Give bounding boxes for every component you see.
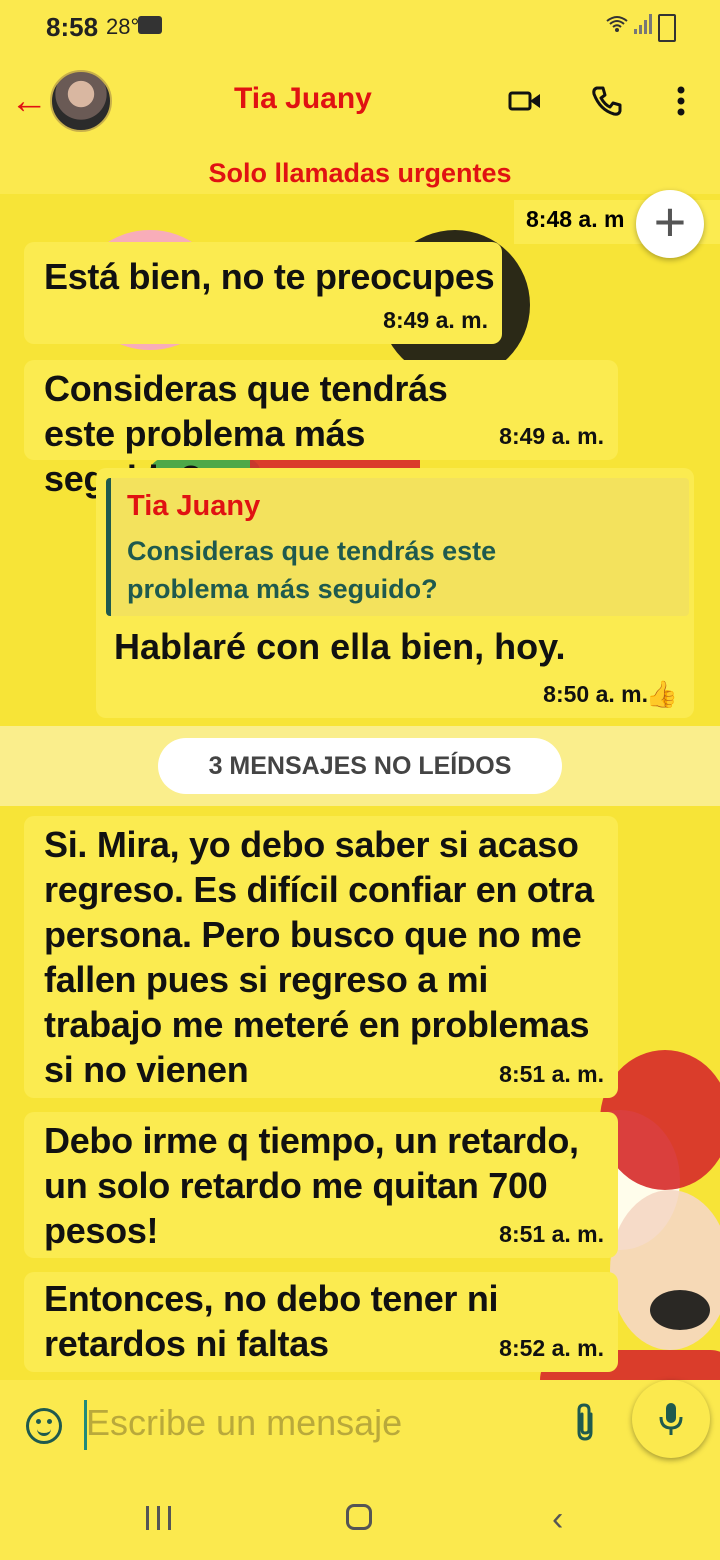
message-bubble[interactable]: Entonces, no debo tener ni retardos ni f… (24, 1272, 618, 1372)
emoji-icon[interactable] (26, 1408, 62, 1444)
system-nav-bar: ‹ (0, 1474, 720, 1560)
recents-icon[interactable] (146, 1506, 174, 1530)
message-time: 8:50 a. m. (543, 681, 648, 707)
voicemail-icon (138, 16, 162, 34)
wallpaper-bow-red (600, 1050, 720, 1190)
more-vert-icon[interactable] (656, 76, 706, 126)
message-bubble[interactable]: Debo irme q tiempo, un retardo, un solo … (24, 1112, 618, 1258)
status-time: 8:58 (46, 12, 99, 42)
message-input[interactable]: Escribe un mensaje (86, 1402, 402, 1444)
wifi-icon (606, 14, 628, 40)
contact-name[interactable]: Tia Juany (234, 82, 372, 116)
home-icon[interactable] (346, 1504, 372, 1530)
status-temperature: 28° (106, 14, 140, 39)
signal-icon (634, 14, 652, 34)
message-time: 8:49 a. m. (383, 307, 488, 333)
message-time: 8:51 a. m. (499, 1061, 604, 1087)
message-text: Está bien, no te preocupes (44, 256, 495, 297)
quote-text: Consideras que tendrás este problema más… (127, 536, 497, 604)
message-bubble[interactable]: Consideras que tendrás este problema más… (24, 360, 618, 499)
video-camera-icon[interactable] (500, 76, 550, 126)
message-composer: Escribe un mensaje (0, 1380, 720, 1474)
attach-icon[interactable] (572, 1402, 598, 1451)
message-time: 8:51 a. m. (499, 1221, 604, 1247)
message-text: Entonces, no debo tener ni retardos ni f… (44, 1278, 499, 1364)
unread-label: 3 MENSAJES NO LEÍDOS (158, 738, 562, 794)
wallpaper-nose (650, 1290, 710, 1330)
chat-area[interactable]: Solo llamadas urgentes 8:48 a. m + Está … (0, 150, 720, 1380)
chevron-left-icon[interactable]: ‹ (552, 1500, 563, 1539)
message-text: Si. Mira, yo debo saber si acaso regreso… (44, 824, 594, 1090)
quote-sender: Tia Juany (127, 490, 261, 522)
avatar[interactable] (50, 70, 112, 132)
phone-icon[interactable] (582, 76, 632, 126)
banner-text: Solo llamadas urgentes (208, 158, 512, 188)
battery-icon (658, 14, 676, 42)
chat-banner: Solo llamadas urgentes (0, 150, 720, 194)
status-bar: 8:58 28° (0, 0, 720, 52)
microphone-icon[interactable] (632, 1380, 710, 1458)
message-text: Hablaré con ella bien, hoy. (114, 626, 566, 667)
unread-divider: 3 MENSAJES NO LEÍDOS (0, 726, 720, 806)
message-bubble[interactable]: Si. Mira, yo debo saber si acaso regreso… (24, 816, 618, 1098)
plus-icon[interactable]: + (636, 190, 704, 258)
message-bubble[interactable]: Está bien, no te preocupes 8:49 a. m. (24, 242, 502, 344)
message-time: 8:48 a. m (526, 206, 625, 232)
thumbs-up-icon: 👍 (645, 679, 678, 709)
arrow-left-icon[interactable]: ← (10, 82, 48, 120)
chat-header: ← Tia Juany (0, 52, 720, 150)
message-time: 8:52 a. m. (499, 1335, 604, 1361)
quoted-message[interactable]: Tia Juany Consideras que tendrás este pr… (106, 478, 689, 616)
message-time: 8:49 a. m. (499, 423, 604, 449)
